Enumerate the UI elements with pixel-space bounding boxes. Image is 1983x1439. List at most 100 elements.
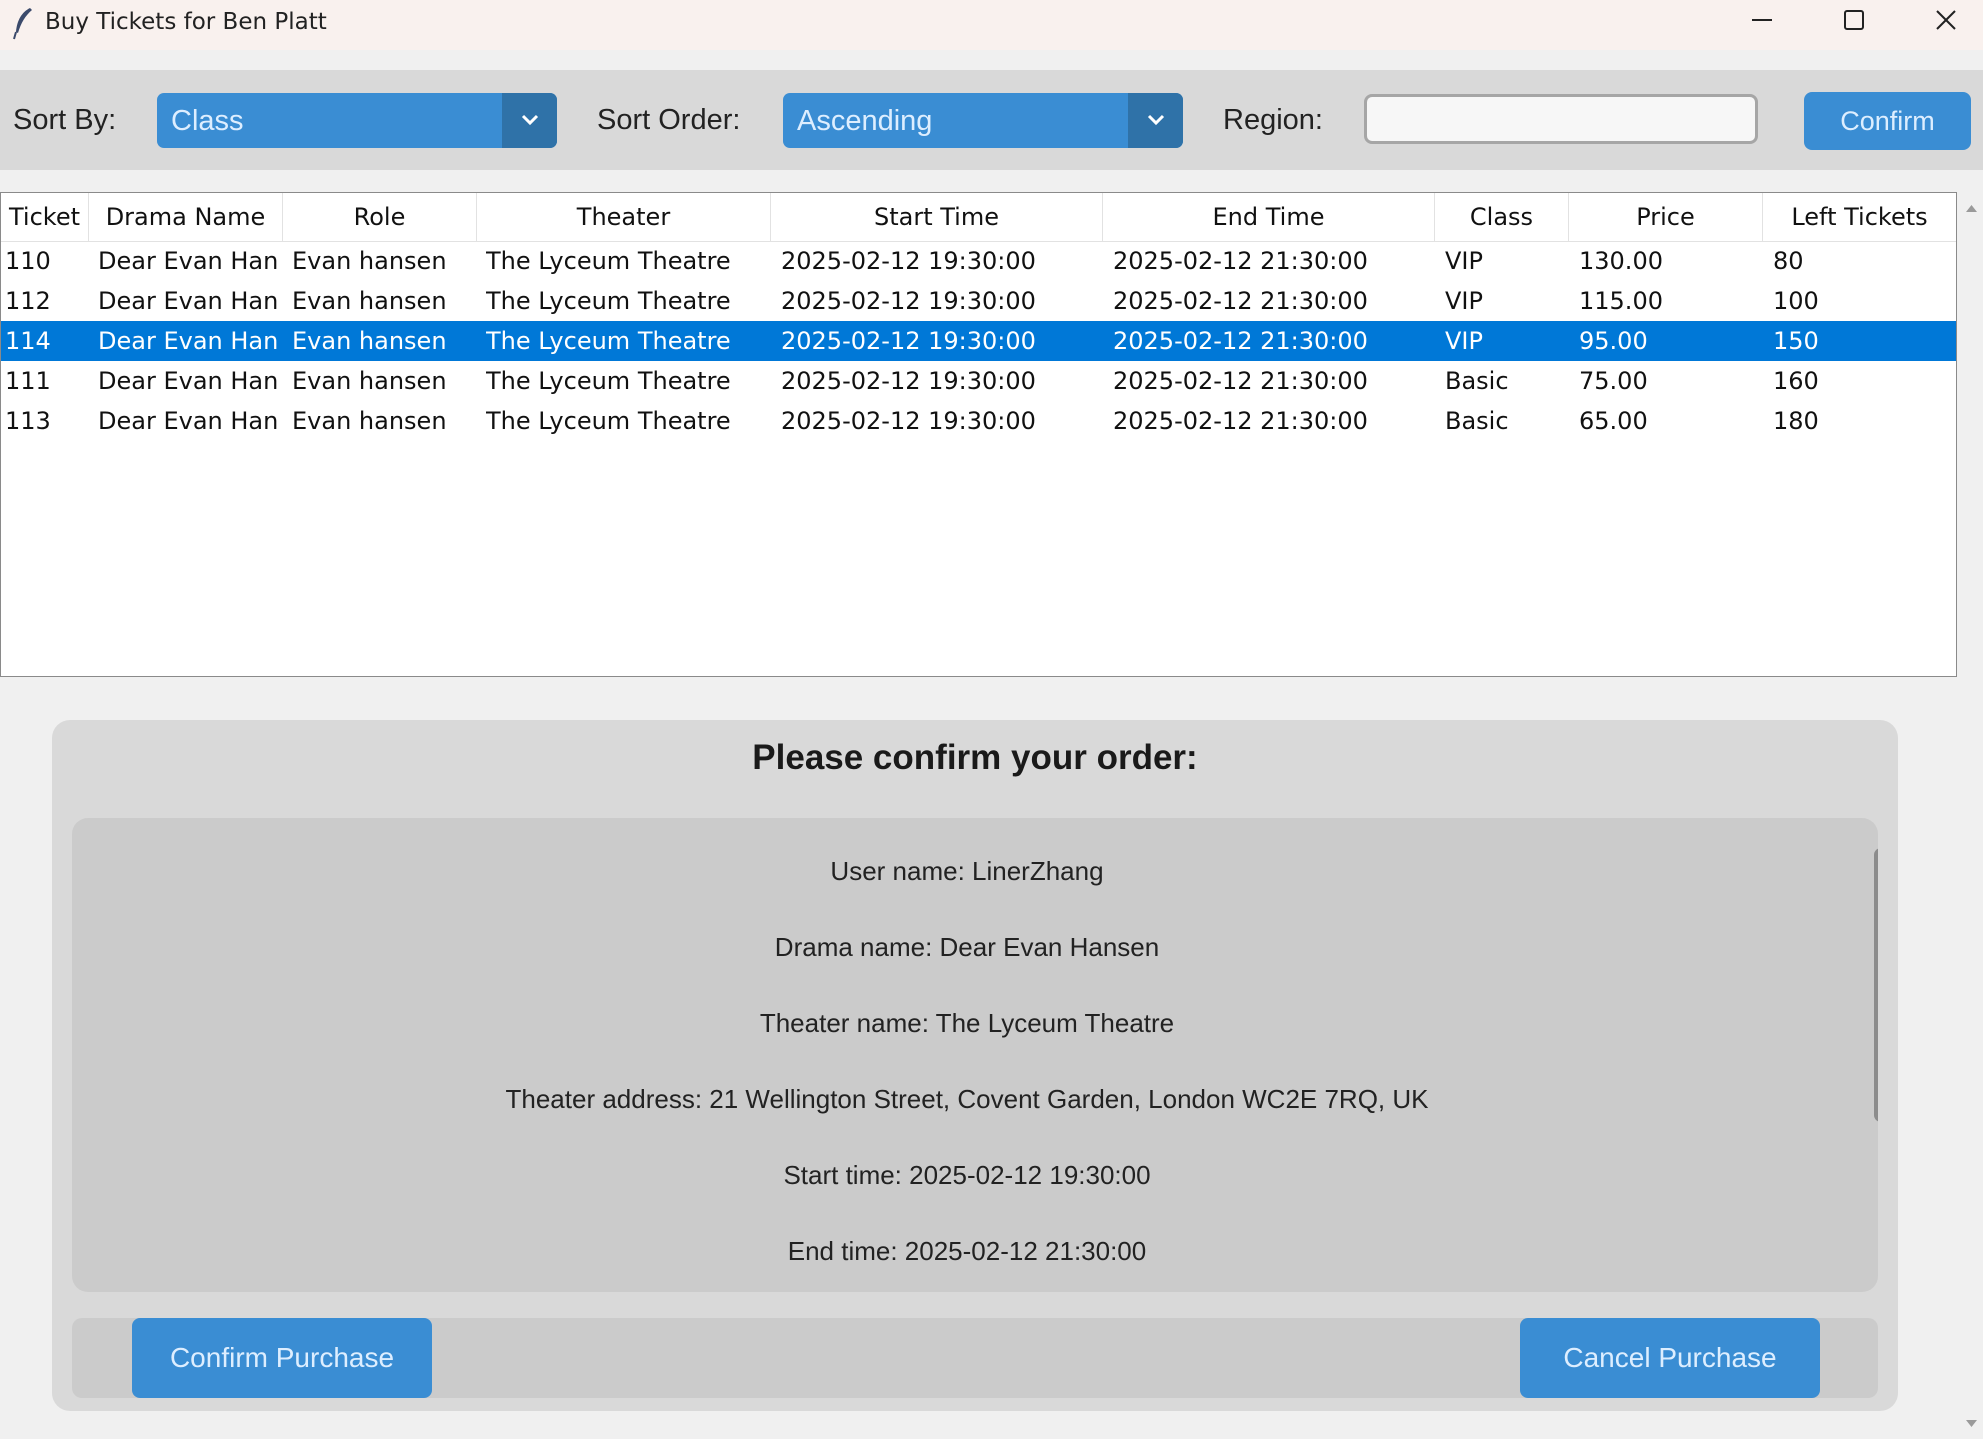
minimize-icon bbox=[1752, 19, 1772, 21]
cell-class: Basic bbox=[1445, 407, 1509, 435]
scroll-down-icon[interactable] bbox=[1960, 1414, 1983, 1434]
maximize-icon bbox=[1844, 10, 1864, 30]
cell-role: Evan hansen bbox=[292, 367, 447, 395]
cell-theater: The Lyceum Theatre bbox=[486, 407, 731, 435]
cell-role: Evan hansen bbox=[292, 407, 447, 435]
cell-ticket: 110 bbox=[5, 247, 51, 275]
order-details-textbox[interactable]: User name: LinerZhang Drama name: Dear E… bbox=[72, 818, 1878, 1292]
column-header-price[interactable]: Price bbox=[1569, 193, 1763, 241]
column-header-role[interactable]: Role bbox=[283, 193, 477, 241]
region-input[interactable] bbox=[1364, 94, 1758, 144]
textbox-scrollbar-thumb[interactable] bbox=[1874, 848, 1878, 1122]
window-scrollbar[interactable] bbox=[1960, 192, 1983, 1439]
close-button[interactable] bbox=[1900, 0, 1983, 42]
cell-start-time: 2025-02-12 19:30:00 bbox=[781, 367, 1036, 395]
minimize-button[interactable] bbox=[1716, 0, 1808, 42]
cell-left-tickets: 180 bbox=[1773, 407, 1819, 435]
cell-theater: The Lyceum Theatre bbox=[486, 367, 731, 395]
cell-price: 65.00 bbox=[1579, 407, 1648, 435]
order-line-end-time: End time: 2025-02-12 21:30:00 bbox=[787, 1236, 1147, 1266]
cell-price: 130.00 bbox=[1579, 247, 1663, 275]
column-header-theater[interactable]: Theater bbox=[477, 193, 771, 241]
close-icon bbox=[1936, 10, 1956, 30]
order-line-theater: Theater name: The Lyceum Theatre bbox=[759, 1008, 1175, 1038]
cell-price: 95.00 bbox=[1579, 327, 1648, 355]
region-label: Region: bbox=[1223, 104, 1323, 136]
cell-start-time: 2025-02-12 19:30:00 bbox=[781, 407, 1036, 435]
column-header-left-tickets[interactable]: Left Tickets bbox=[1763, 193, 1956, 241]
sort-toolbar: Sort By: Class Sort Order: Ascending Reg… bbox=[0, 70, 1983, 170]
cell-end-time: 2025-02-12 21:30:00 bbox=[1113, 367, 1368, 395]
cell-left-tickets: 100 bbox=[1773, 287, 1819, 315]
sort-order-dropdown[interactable]: Ascending bbox=[783, 93, 1183, 148]
column-header-ticket[interactable]: Ticket bbox=[1, 193, 89, 241]
cell-class: VIP bbox=[1445, 247, 1483, 275]
order-line-start-time: Start time: 2025-02-12 19:30:00 bbox=[783, 1160, 1151, 1190]
cell-left-tickets: 80 bbox=[1773, 247, 1804, 275]
cell-price: 115.00 bbox=[1579, 287, 1663, 315]
cell-theater: The Lyceum Theatre bbox=[486, 287, 731, 315]
order-line-user: User name: LinerZhang bbox=[830, 856, 1104, 886]
sort-order-label: Sort Order: bbox=[597, 104, 741, 136]
tickets-table: Ticket Drama Name Role Theater Start Tim… bbox=[0, 192, 1957, 677]
cell-role: Evan hansen bbox=[292, 247, 447, 275]
confirm-purchase-button[interactable]: Confirm Purchase bbox=[132, 1318, 432, 1398]
cell-ticket: 112 bbox=[5, 287, 51, 315]
order-confirmation-panel: Please confirm your order: User name: Li… bbox=[52, 720, 1898, 1411]
sort-by-dropdown[interactable]: Class bbox=[157, 93, 557, 148]
chevron-down-icon bbox=[521, 114, 539, 126]
column-header-start-time[interactable]: Start Time bbox=[771, 193, 1103, 241]
table-row[interactable]: 114 Dear Evan Hansen Evan hansen The Lyceum… bbox=[1, 321, 1956, 361]
cell-ticket: 111 bbox=[5, 367, 51, 395]
cell-drama-name: Dear Evan Hansen bbox=[98, 247, 278, 275]
column-header-end-time[interactable]: End Time bbox=[1103, 193, 1435, 241]
order-line-drama: Drama name: Dear Evan Hansen bbox=[774, 932, 1160, 962]
cell-start-time: 2025-02-12 19:30:00 bbox=[781, 247, 1036, 275]
cell-end-time: 2025-02-12 21:30:00 bbox=[1113, 407, 1368, 435]
cell-end-time: 2025-02-12 21:30:00 bbox=[1113, 287, 1368, 315]
cell-left-tickets: 150 bbox=[1773, 327, 1819, 355]
feather-icon bbox=[12, 6, 36, 40]
table-row[interactable]: 112 Dear Evan Hansen Evan hansen The Lyceum… bbox=[1, 281, 1956, 321]
cell-drama-name: Dear Evan Hansen bbox=[98, 327, 278, 355]
maximize-button[interactable] bbox=[1808, 0, 1900, 42]
cell-drama-name: Dear Evan Hansen bbox=[98, 287, 278, 315]
cell-left-tickets: 160 bbox=[1773, 367, 1819, 395]
table-row[interactable]: 110 Dear Evan Hansen Evan hansen The Lyceum… bbox=[1, 241, 1956, 281]
cell-ticket: 114 bbox=[5, 327, 51, 355]
cell-class: VIP bbox=[1445, 287, 1483, 315]
chevron-down-icon bbox=[1147, 114, 1165, 126]
cell-drama-name: Dear Evan Hansen bbox=[98, 367, 278, 395]
sort-by-value: Class bbox=[171, 105, 244, 137]
cell-end-time: 2025-02-12 21:30:00 bbox=[1113, 327, 1368, 355]
cell-class: Basic bbox=[1445, 367, 1509, 395]
cell-theater: The Lyceum Theatre bbox=[486, 247, 731, 275]
table-row[interactable]: 113 Dear Evan Hansen Evan hansen The Lyceum… bbox=[1, 401, 1956, 441]
cell-end-time: 2025-02-12 21:30:00 bbox=[1113, 247, 1368, 275]
column-header-class[interactable]: Class bbox=[1435, 193, 1569, 241]
cell-price: 75.00 bbox=[1579, 367, 1648, 395]
confirm-button[interactable]: Confirm bbox=[1804, 92, 1971, 150]
title-bar: Buy Tickets for Ben Platt bbox=[0, 0, 1983, 50]
purchase-button-bar: Confirm Purchase Cancel Purchase bbox=[72, 1318, 1878, 1398]
column-header-drama-name[interactable]: Drama Name bbox=[89, 193, 283, 241]
window-title: Buy Tickets for Ben Platt bbox=[45, 9, 327, 35]
sort-order-value: Ascending bbox=[797, 105, 933, 137]
cell-drama-name: Dear Evan Hansen bbox=[98, 407, 278, 435]
cell-theater: The Lyceum Theatre bbox=[486, 327, 731, 355]
cell-ticket: 113 bbox=[5, 407, 51, 435]
cell-role: Evan hansen bbox=[292, 287, 447, 315]
cancel-purchase-button[interactable]: Cancel Purchase bbox=[1520, 1318, 1820, 1398]
order-heading: Please confirm your order: bbox=[752, 738, 1198, 777]
dropdown-arrow[interactable] bbox=[1128, 93, 1183, 148]
sort-by-label: Sort By: bbox=[13, 104, 117, 136]
scroll-up-icon[interactable] bbox=[1960, 198, 1983, 218]
cell-start-time: 2025-02-12 19:30:00 bbox=[781, 327, 1036, 355]
cell-start-time: 2025-02-12 19:30:00 bbox=[781, 287, 1036, 315]
cell-role: Evan hansen bbox=[292, 327, 447, 355]
cell-class: VIP bbox=[1445, 327, 1483, 355]
order-line-address: Theater address: 21 Wellington Street, C… bbox=[505, 1084, 1429, 1114]
table-header: Ticket Drama Name Role Theater Start Tim… bbox=[1, 193, 1956, 242]
dropdown-arrow[interactable] bbox=[502, 93, 557, 148]
table-row[interactable]: 111 Dear Evan Hansen Evan hansen The Lyceum… bbox=[1, 361, 1956, 401]
